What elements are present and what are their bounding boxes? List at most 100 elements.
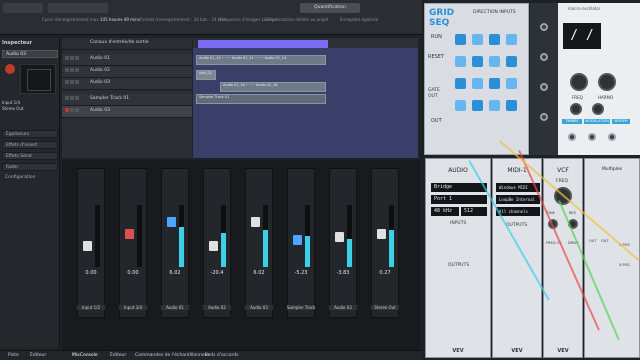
track-row[interactable]: Audio 01 <box>62 54 192 66</box>
tab-chord-pads[interactable]: Pads d'accords <box>205 353 238 358</box>
track-row[interactable]: Audio 02 <box>62 66 192 78</box>
volume-readout[interactable]: 0.00 <box>78 270 104 276</box>
volume-fader[interactable] <box>251 217 260 227</box>
osc-display: / / <box>563 23 601 49</box>
menu-buttons[interactable] <box>3 3 43 13</box>
track-name: Sampler Track 01 <box>90 96 130 101</box>
morph-knob[interactable] <box>592 103 604 115</box>
grid-step-button[interactable] <box>489 100 500 111</box>
section-inserts[interactable]: Effets d'insert <box>2 141 58 149</box>
volume-fader[interactable] <box>377 229 386 239</box>
volume-readout[interactable]: 0.00 <box>120 270 146 276</box>
tab-editor-2[interactable]: Éditeur <box>110 353 126 358</box>
volume-fader[interactable] <box>335 232 344 242</box>
level-meter <box>263 205 268 267</box>
track-name: Canaux d'entrée/de sortie <box>90 40 149 45</box>
audio-clip[interactable]: Audio 01_14 ~~~ Audio 01_14 ~~~ Audio 01… <box>196 55 326 65</box>
grid-step-button[interactable] <box>472 34 483 45</box>
volume-readout[interactable]: -3.83 <box>330 270 356 276</box>
jack[interactable] <box>568 133 576 141</box>
volume-fader[interactable] <box>167 217 176 227</box>
volume-readout[interactable]: -20.4 <box>204 270 230 276</box>
level-meter <box>347 205 352 267</box>
channel-name[interactable]: Audio 02 <box>203 305 231 310</box>
grid-step-button[interactable] <box>472 56 483 67</box>
audio-clip[interactable]: Add_01 <box>196 70 216 80</box>
jack[interactable] <box>608 133 616 141</box>
track-row[interactable]: Audio 03 <box>62 106 192 118</box>
grid-step-button[interactable] <box>455 34 466 45</box>
morph-label: MORPH <box>612 119 630 124</box>
channel-name[interactable]: Stereo Out <box>371 305 399 310</box>
cycle-range[interactable] <box>198 40 328 48</box>
section-sends[interactable]: Effets Send <box>2 152 58 160</box>
tab-sampler-control[interactable]: Commandes de l'échantillonneur <box>135 353 209 358</box>
grid-step-button[interactable] <box>455 56 466 67</box>
freq-knob[interactable] <box>570 73 588 91</box>
routing-output[interactable]: Stereo Out <box>2 106 24 111</box>
midi-device-display[interactable]: LoopBe Internal <box>496 195 540 204</box>
volume-readout[interactable]: 0.27 <box>372 270 398 276</box>
vcf-res-label: RES <box>569 211 576 215</box>
volume-readout[interactable]: 6.02 <box>246 270 272 276</box>
volume-fader[interactable] <box>293 235 302 245</box>
tab-track[interactable]: Piste <box>8 353 19 358</box>
timbre-knob[interactable] <box>570 103 582 115</box>
tab-mixconsole[interactable]: MixConsole <box>72 353 98 358</box>
audio-driver-display[interactable]: Bridge <box>431 183 487 192</box>
grid-step-button[interactable] <box>506 100 517 111</box>
volume-readout[interactable]: -5.23 <box>288 270 314 276</box>
quantize-button[interactable]: Quantification <box>300 3 360 13</box>
grid-step-button[interactable] <box>506 56 517 67</box>
grid-step-button[interactable] <box>506 78 517 89</box>
section-configuration[interactable]: Configuration <box>2 174 58 182</box>
sampler-clip[interactable]: Sampler Track 01 <box>196 94 326 104</box>
section-fader[interactable]: Fader <box>2 163 58 171</box>
channel-strip <box>329 168 357 318</box>
section-equalizers[interactable]: Égaliseurs <box>2 130 58 138</box>
volume-fader[interactable] <box>209 241 218 251</box>
grid-step-button[interactable] <box>472 100 483 111</box>
harmo-label: HARMO <box>598 95 614 100</box>
jack[interactable] <box>540 83 548 91</box>
grid-seq-title: GRID <box>429 8 455 18</box>
inspector-track-name[interactable]: Audio 03 <box>2 50 58 58</box>
status-format: Format d'enregistrement : 24 bits - 24 b… <box>140 17 226 22</box>
channel-name[interactable]: Sampler Track 0 <box>287 305 315 310</box>
channel-name[interactable]: Audio 03 <box>329 305 357 310</box>
volume-fader[interactable] <box>83 241 92 251</box>
grid-step-button[interactable] <box>489 56 500 67</box>
audio-clip[interactable]: Audio 02_16 ~~~ Audio 02_16 <box>220 82 326 92</box>
run-label: RUN <box>431 34 442 40</box>
channel-name[interactable]: Audio 01 <box>161 305 189 310</box>
grid-step-button[interactable] <box>472 78 483 89</box>
volume-readout[interactable]: 6.02 <box>162 270 188 276</box>
track-row[interactable]: Audio 03 <box>62 78 192 90</box>
jack[interactable] <box>540 113 548 121</box>
routing-input[interactable]: Input 1/4 <box>2 100 20 105</box>
grid-step-button[interactable] <box>455 78 466 89</box>
channel-name[interactable]: Input 1/2 <box>77 305 105 310</box>
midi-channel-display[interactable]: All channels <box>496 207 540 216</box>
grid-step-button[interactable] <box>489 78 500 89</box>
record-enable-icon[interactable] <box>5 64 15 74</box>
track-row[interactable]: Sampler Track 01 <box>62 94 192 106</box>
clip-label: Audio 02_16 ~~~ Audio 02_16 <box>223 83 278 87</box>
grid-step-button[interactable] <box>489 34 500 45</box>
jack[interactable] <box>540 23 548 31</box>
tool-buttons[interactable] <box>48 3 108 13</box>
harmonics-knob[interactable] <box>598 73 616 91</box>
jack[interactable] <box>540 53 548 61</box>
grid-step-button[interactable] <box>506 34 517 45</box>
jack[interactable] <box>588 133 596 141</box>
channel-name[interactable]: Audio 03 <box>245 305 273 310</box>
level-meter <box>305 205 310 267</box>
track-row[interactable]: Canaux d'entrée/de sortie <box>62 38 192 50</box>
channel-name[interactable]: Input 3/4 <box>119 305 147 310</box>
volume-fader[interactable] <box>125 229 134 239</box>
tab-editor[interactable]: Éditeur <box>30 353 46 358</box>
grid-step-button[interactable] <box>455 100 466 111</box>
block-size-display[interactable]: 512 <box>461 207 487 216</box>
sample-rate-display[interactable]: 48 kHz <box>431 207 459 216</box>
audio-device-display[interactable]: Port 1 <box>431 195 487 204</box>
